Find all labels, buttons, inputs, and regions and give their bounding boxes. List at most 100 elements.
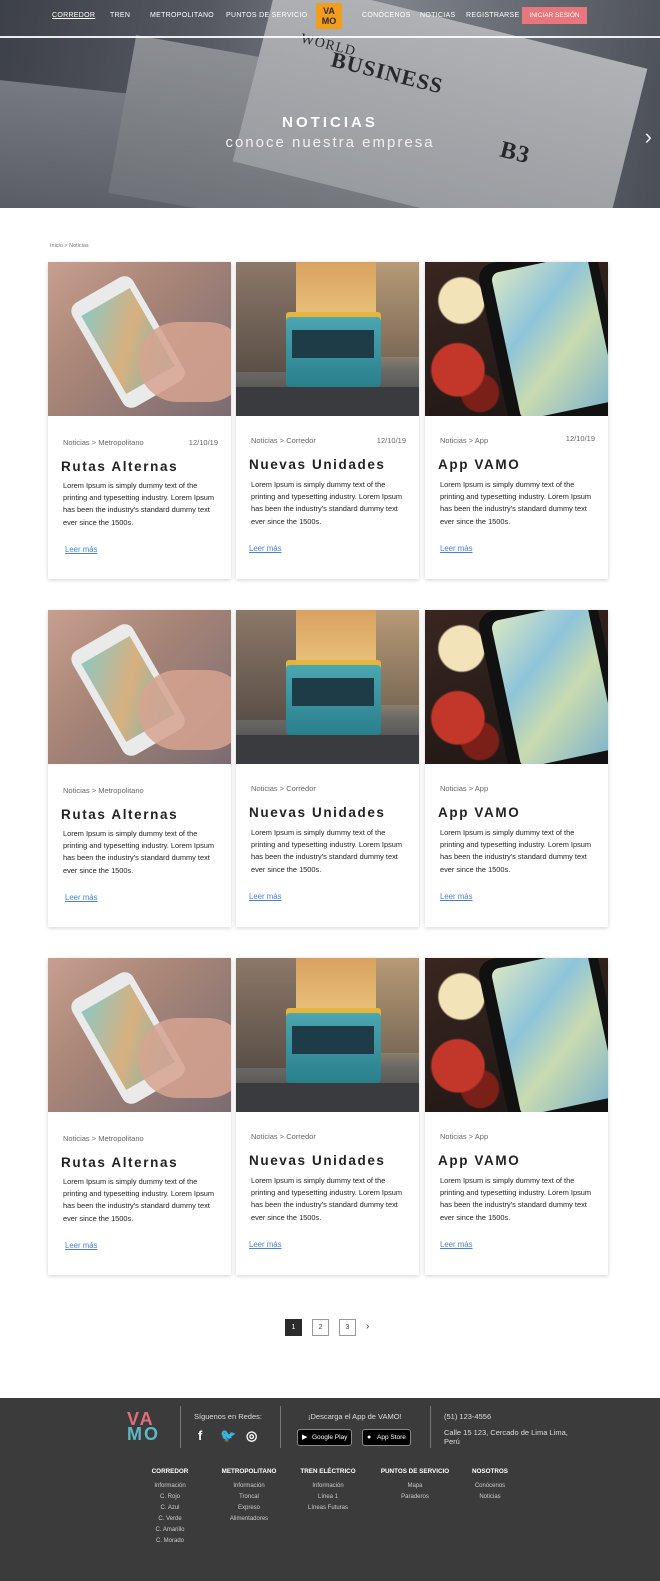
login-button[interactable]: INICIAR SESIÓN [522,7,587,24]
card-date: 12/10/19 [376,436,406,445]
footer-column-corredor: CORREDOR Información C. Rojo C. Azul C. … [148,1468,192,1547]
card-image [425,958,608,1112]
footer-link[interactable]: C. Verde [148,1514,192,1525]
card-category: Noticias > App [440,1132,489,1141]
news-card[interactable]: Noticias > Metropolitano Rutas Alternas … [48,958,231,1275]
card-image [236,958,419,1112]
card-image [425,610,608,764]
card-title: Nuevas Unidades [249,805,386,820]
nav-puntos-de-servicio[interactable]: PUNTOS DE SERVICIO [226,12,307,19]
card-category: Noticias > Metropolitano [63,438,144,447]
hero-title: NOTICIAS [282,114,378,131]
nav-metropolitano[interactable]: METROPOLITANO [150,12,214,19]
footer-link[interactable]: Mapa [380,1481,450,1492]
divider [430,1406,431,1448]
footer-column-tren-electrico: TREN ELÉCTRICO Información Línea 1 Línea… [300,1468,356,1514]
card-category: Noticias > App [440,436,489,445]
news-card[interactable]: Noticias > App App VAMO Lorem Ipsum is s… [425,610,608,927]
read-more-link[interactable]: Leer más [440,544,473,553]
card-image [48,958,231,1112]
page-1-button[interactable]: 1 [285,1319,302,1336]
card-image [48,610,231,764]
card-title: Rutas Alternas [61,1155,179,1170]
card-excerpt: Lorem Ipsum is simply dummy text of the … [251,480,403,526]
app-download-label: ¡Descarga el App de VAMO! [308,1412,402,1421]
footer-link[interactable]: Información [148,1481,192,1492]
news-card[interactable]: Noticias > App 12/10/19 App VAMO Lorem I… [425,262,608,579]
play-icon: ▶ [302,1434,308,1441]
footer-column-nosotros: NOSOTROS Conócenos Noticias [468,1468,512,1503]
footer-link[interactable]: Línea 1 [300,1492,356,1503]
nav-corredor[interactable]: CORREDOR [52,12,95,19]
read-more-link[interactable]: Leer más [65,893,98,902]
read-more-link[interactable]: Leer más [440,892,473,901]
card-excerpt: Lorem Ipsum is simply dummy text of the … [251,1176,403,1222]
footer-link[interactable]: Alimentadores [218,1514,280,1525]
card-excerpt: Lorem Ipsum is simply dummy text of the … [440,1176,592,1222]
footer-logo[interactable]: VA MO [127,1410,160,1443]
card-category: Noticias > App [440,784,489,793]
footer-link[interactable]: Información [218,1481,280,1492]
footer-link[interactable]: C. Morado [148,1536,192,1547]
read-more-link[interactable]: Leer más [440,1240,473,1249]
news-card[interactable]: Noticias > Metropolitano Rutas Alternas … [48,610,231,927]
footer-link[interactable]: Troncal [218,1492,280,1503]
card-image [236,262,419,416]
read-more-link[interactable]: Leer más [249,1240,282,1249]
facebook-icon[interactable]: f [198,1428,202,1443]
next-page-icon[interactable]: › [366,1319,369,1335]
footer-link[interactable]: C. Azul [148,1503,192,1514]
read-more-link[interactable]: Leer más [249,892,282,901]
footer-link[interactable]: Paraderos [380,1492,450,1503]
news-card[interactable]: Noticias > Corredor 12/10/19 Nuevas Unid… [236,262,419,579]
news-card[interactable]: Noticias > Corredor Nuevas Unidades Lore… [236,958,419,1275]
twitter-icon[interactable]: 🐦 [220,1428,236,1444]
card-category: Noticias > Metropolitano [63,786,144,795]
instagram-icon[interactable]: ◎ [246,1428,257,1444]
footer-link[interactable]: C. Rojo [148,1492,192,1503]
footer-link[interactable]: Información [300,1481,356,1492]
footer-link[interactable]: C. Amarillo [148,1525,192,1536]
nav-tren[interactable]: TREN [110,12,130,19]
follow-label: Síguenos en Redes: [194,1412,262,1421]
footer-link[interactable]: Líneas Futuras [300,1503,356,1514]
footer: VA MO Síguenos en Redes: f 🐦 ◎ ¡Descarga… [0,1398,660,1581]
card-image [236,610,419,764]
card-category: Noticias > Corredor [251,784,316,793]
card-category: Noticias > Metropolitano [63,1134,144,1143]
nav-divider [0,36,660,38]
card-title: Nuevas Unidades [249,457,386,472]
footer-link[interactable]: Expreso [218,1503,280,1514]
hero-subtitle: conoce nuestra empresa [225,134,435,151]
news-card[interactable]: Noticias > App App VAMO Lorem Ipsum is s… [425,958,608,1275]
app-store-button[interactable]: ● App Store [362,1429,411,1446]
news-card[interactable]: Noticias > Metropolitano 12/10/19 Rutas … [48,262,231,579]
card-category: Noticias > Corredor [251,436,316,445]
card-excerpt: Lorem Ipsum is simply dummy text of the … [251,828,403,874]
google-play-button[interactable]: ▶ Google Play [297,1429,353,1446]
card-excerpt: Lorem Ipsum is simply dummy text of the … [63,829,215,875]
read-more-link[interactable]: Leer más [249,544,282,553]
address: Calle 15 123, Cercado de Lima Lima, Perú [444,1428,568,1446]
footer-link[interactable]: Conócenos [468,1481,512,1492]
read-more-link[interactable]: Leer más [65,545,98,554]
card-category: Noticias > Corredor [251,1132,316,1141]
card-title: Nuevas Unidades [249,1153,386,1168]
card-excerpt: Lorem Ipsum is simply dummy text of the … [440,828,592,874]
read-more-link[interactable]: Leer más [65,1241,98,1250]
divider [180,1406,181,1448]
news-card[interactable]: Noticias > Corredor Nuevas Unidades Lore… [236,610,419,927]
card-excerpt: Lorem Ipsum is simply dummy text of the … [440,480,592,526]
page-2-button[interactable]: 2 [312,1319,329,1336]
carousel-next-icon[interactable]: › [645,124,652,150]
nav-conocenos[interactable]: CONÓCENOS [362,12,411,19]
nav-registrarse[interactable]: REGISTRARSE [466,12,519,19]
card-title: App VAMO [438,457,521,472]
card-image [425,262,608,416]
page-3-button[interactable]: 3 [339,1319,356,1336]
card-excerpt: Lorem Ipsum is simply dummy text of the … [63,1177,215,1223]
footer-link[interactable]: Noticias [468,1492,512,1503]
nav-noticias[interactable]: NOTICIAS [420,12,455,19]
card-excerpt: Lorem Ipsum is simply dummy text of the … [63,481,215,527]
vamo-logo[interactable]: VA MO [316,3,342,29]
